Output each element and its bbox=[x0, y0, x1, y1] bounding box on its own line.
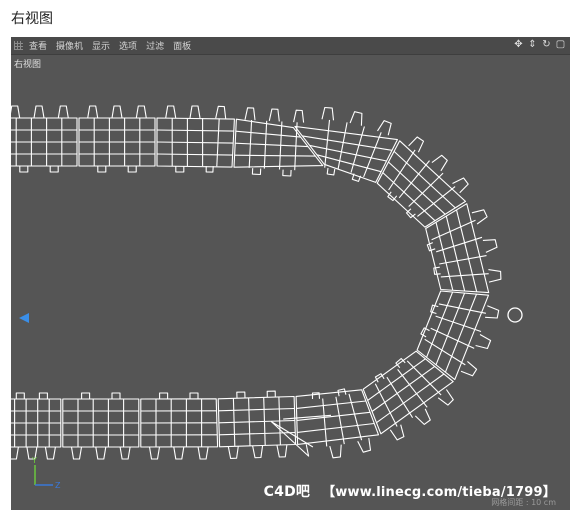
page-caption: 右视图 bbox=[11, 11, 53, 27]
viewport-window[interactable]: Y Z 查看 摄像机 显示 选项 过滤 面板 ✥ ⇕ ↻ ▢ 右视图 C4D吧【… bbox=[11, 37, 570, 510]
move-icon[interactable]: ✥ bbox=[513, 38, 524, 51]
axis-gizmo-icon: Y Z bbox=[31, 456, 61, 490]
watermark-brand: C4D吧 bbox=[263, 484, 311, 500]
track-wireframe: Y Z bbox=[11, 105, 523, 490]
maximize-icon[interactable]: ▢ bbox=[555, 38, 566, 51]
menu-filter[interactable]: 过滤 bbox=[146, 39, 164, 52]
menu-display[interactable]: 显示 bbox=[92, 39, 110, 52]
viewport-title: 右视图 bbox=[14, 60, 42, 70]
menu-options[interactable]: 选项 bbox=[119, 39, 137, 52]
menu-view[interactable]: 查看 bbox=[29, 39, 47, 52]
menu-camera[interactable]: 摄像机 bbox=[56, 39, 83, 52]
light-object-icon bbox=[507, 307, 523, 323]
menu-panel[interactable]: 面板 bbox=[173, 39, 191, 52]
pivot-marker-icon bbox=[19, 313, 29, 323]
zoom-icon[interactable]: ⇕ bbox=[527, 38, 538, 51]
svg-text:Y: Y bbox=[31, 456, 37, 465]
rotate-icon[interactable]: ↻ bbox=[541, 38, 552, 51]
grid-spacing-readout: 网格间距 : 10 cm bbox=[491, 498, 556, 507]
viewport-menubar: 查看 摄像机 显示 选项 过滤 面板 ✥ ⇕ ↻ ▢ bbox=[11, 37, 570, 55]
viewport-nav-tools: ✥ ⇕ ↻ ▢ bbox=[513, 38, 566, 51]
svg-text:Z: Z bbox=[55, 481, 61, 490]
grip-icon[interactable] bbox=[14, 41, 23, 50]
